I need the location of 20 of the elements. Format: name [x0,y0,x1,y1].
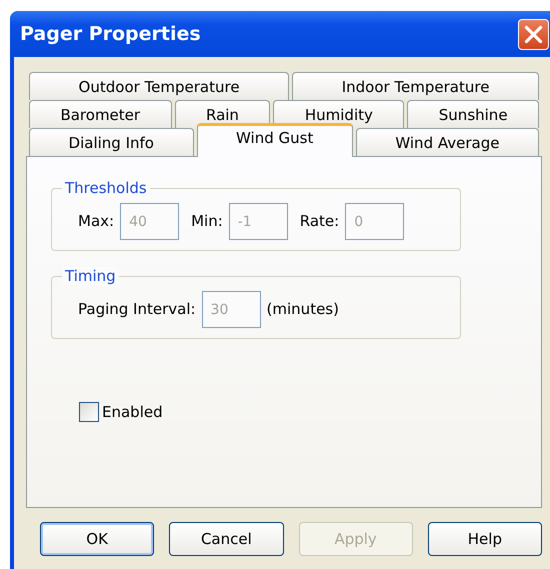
tab[interactable]: Dialing Info [29,128,194,156]
dialog-button[interactable]: Cancel [169,522,284,556]
dialog-button[interactable]: Help [428,522,542,556]
checkbox[interactable] [79,402,99,422]
window-title: Pager Properties [20,22,201,47]
tab[interactable]: Indoor Temperature [292,72,540,100]
field-label: Rate: [300,211,340,232]
tab[interactable]: Sunshine [407,100,539,128]
close-icon[interactable] [518,19,549,50]
tab[interactable]: Barometer [29,100,172,128]
field-label: Min: [191,211,223,232]
unit-label: (minutes) [266,299,339,320]
field-label: Paging Interval: [78,299,196,320]
tab[interactable]: Wind Gust [196,123,353,157]
dialog-button[interactable]: OK [40,522,154,556]
checkbox-label: Enabled [102,402,163,423]
field-label: Max: [78,211,114,232]
tab[interactable]: Wind Average [356,128,539,156]
group-title: Timing [62,267,119,285]
tab[interactable]: Outdoor Temperature [29,72,290,100]
